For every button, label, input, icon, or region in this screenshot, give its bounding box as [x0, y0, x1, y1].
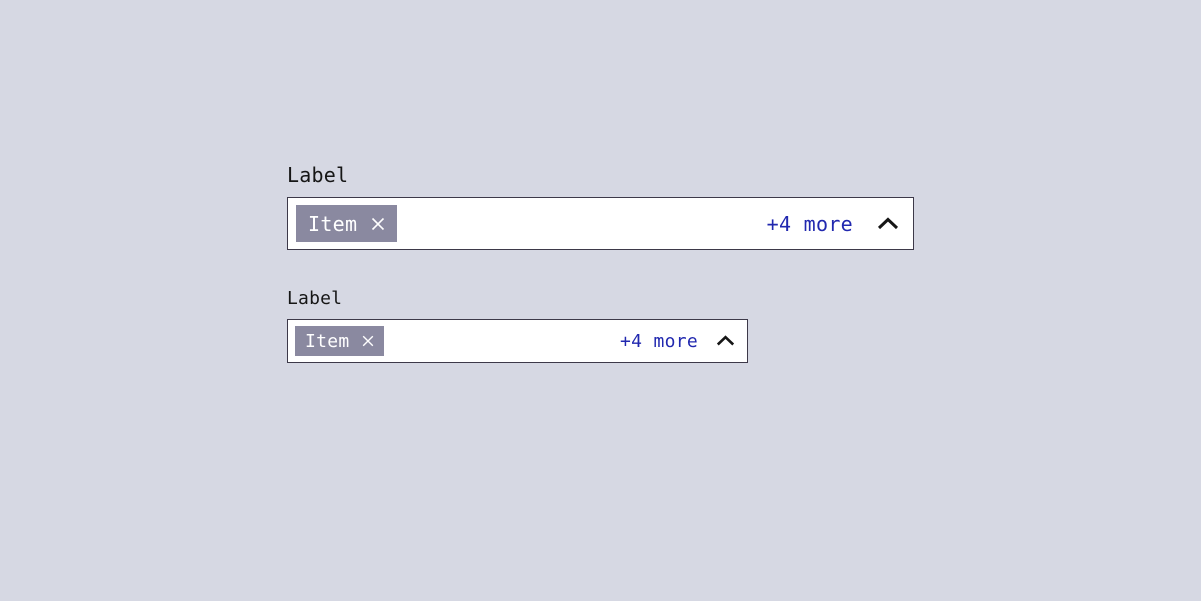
overflow-count[interactable]: +4 more	[620, 331, 698, 352]
chevron-up-icon[interactable]	[716, 335, 735, 347]
tag-label: Item	[305, 331, 350, 352]
selected-tag: Item	[295, 326, 384, 356]
multiselect-controls: +4 more	[767, 212, 899, 236]
multiselect-field-small: Label Item +4 more	[287, 288, 748, 363]
close-icon[interactable]	[362, 335, 374, 347]
close-icon[interactable]	[371, 217, 385, 231]
chevron-up-icon[interactable]	[877, 217, 899, 231]
tag-container: Item	[296, 198, 397, 249]
field-label: Label	[287, 288, 748, 309]
tag-container: Item	[295, 320, 384, 362]
multiselect-controls: +4 more	[620, 331, 735, 352]
overflow-count[interactable]: +4 more	[767, 212, 853, 236]
field-label: Label	[287, 163, 914, 187]
multiselect-input[interactable]: Item +4 more	[287, 319, 748, 363]
selected-tag: Item	[296, 205, 397, 242]
multiselect-input[interactable]: Item +4 more	[287, 197, 914, 250]
multiselect-field-large: Label Item +4 more	[287, 163, 914, 250]
tag-label: Item	[308, 212, 357, 236]
